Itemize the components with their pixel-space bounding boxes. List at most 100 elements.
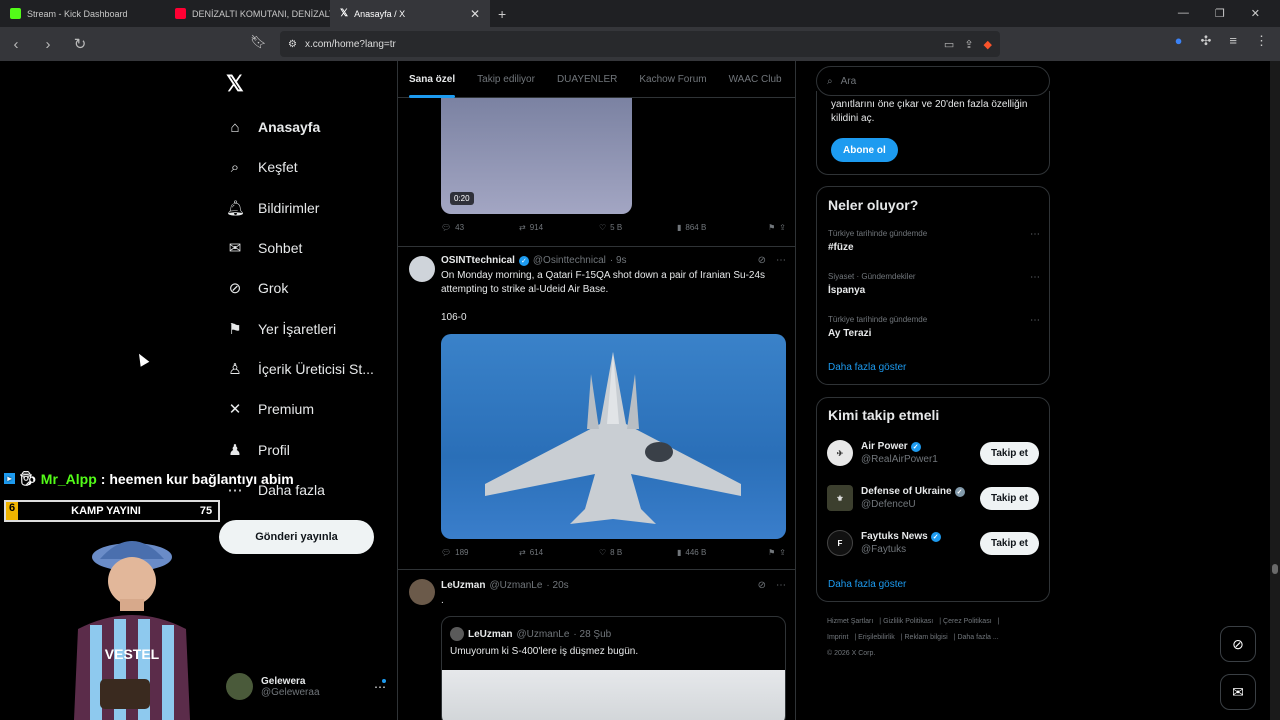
account-switcher[interactable]: Gelewera @Geleweraa ⋯ — [226, 673, 386, 700]
post-time[interactable]: · 9s — [610, 255, 627, 266]
trend-item[interactable]: Siyaset · Gündemdekiler İspanya ⋯ — [828, 272, 1040, 296]
brave-shield-icon[interactable]: ◆ — [984, 38, 992, 51]
menu-icon[interactable]: ⋮ — [1255, 33, 1268, 49]
like-button[interactable]: ♡ 8 B — [599, 548, 677, 557]
follow-button[interactable]: Takip et — [979, 531, 1039, 555]
sidebar-item-home[interactable]: ⌂ Anasayfa — [226, 107, 374, 147]
messages-fab-button[interactable]: ✉ — [1220, 674, 1256, 710]
footer-link[interactable]: Reklam bilgisi — [905, 634, 948, 641]
address-bar[interactable]: ⚙︎ x.com/home?lang=tr ▭ ⇪ ◆ — [280, 31, 1000, 57]
goal-end: 75 — [199, 505, 213, 517]
view-count: 864 B — [685, 223, 707, 232]
follow-button[interactable]: Takip et — [979, 441, 1039, 465]
close-window-button[interactable]: ✕ — [1251, 7, 1260, 20]
avatar[interactable] — [409, 256, 435, 282]
tab-waac-club[interactable]: WAAC Club — [718, 61, 793, 98]
tab-kachow-forum[interactable]: Kachow Forum — [628, 61, 717, 98]
browser-tab-kick[interactable]: Stream - Kick Dashboard — [0, 0, 165, 27]
sidebar-item-profile[interactable]: ♟ Profil — [226, 429, 374, 469]
view-count: 446 B — [685, 548, 707, 557]
subscribe-button[interactable]: Abone ol — [831, 138, 898, 162]
close-tab-icon[interactable]: ✕ — [470, 7, 480, 21]
post-image[interactable] — [441, 334, 786, 539]
bookmark-page-icon[interactable]: 🔖︎ — [250, 34, 267, 50]
back-button[interactable]: ‹ — [0, 36, 32, 53]
tab-following[interactable]: Takip ediliyor — [466, 61, 546, 98]
new-tab-button[interactable]: + — [498, 6, 506, 22]
minimize-button[interactable]: — — [1178, 7, 1189, 20]
footer-link[interactable]: Imprint — [827, 634, 848, 641]
author-name[interactable]: LeUzman — [441, 580, 485, 591]
tab-duayenler[interactable]: DUAYENLER — [546, 61, 628, 98]
more-options-icon[interactable]: ⋯ — [1030, 229, 1040, 240]
footer-link[interactable]: Hizmet Şartları — [827, 618, 873, 625]
playlist-icon[interactable]: ≡ — [1229, 33, 1237, 49]
show-more-follow-link[interactable]: Daha fazla göster — [828, 579, 906, 590]
tab-for-you[interactable]: Sana özel — [398, 61, 466, 98]
browser-tab-x[interactable]: 𝕏 Anasayfa / X ✕ — [330, 0, 490, 27]
forward-button[interactable]: › — [32, 36, 64, 53]
footer-link[interactable]: Gizlilik Politikası — [883, 618, 933, 625]
share-icon[interactable]: ⇪ — [779, 548, 786, 557]
sidebar-item-creator-studio[interactable]: ♙ İçerik Üreticisi St... — [226, 349, 374, 389]
reply-button[interactable]: 💬︎ 43 — [441, 223, 519, 232]
author-handle[interactable]: @UzmanLe — [489, 580, 542, 591]
reply-button[interactable]: 💬︎ 189 — [441, 548, 519, 557]
cast-icon[interactable]: ▭ — [944, 38, 954, 51]
repost-button[interactable]: ⇄ 914 — [519, 223, 599, 232]
avatar[interactable] — [409, 579, 435, 605]
quote-author-name: LeUzman — [468, 628, 513, 640]
site-info-icon[interactable]: ⚙︎ — [288, 39, 297, 50]
follow-button[interactable]: Takip et — [979, 486, 1039, 510]
stream-goal-bar: 6 KAMP YAYINI 75 — [4, 500, 220, 522]
grok-icon[interactable]: ⊘ — [758, 255, 766, 266]
vpn-icon[interactable]: ● — [1175, 33, 1183, 49]
share-icon[interactable]: ⇪ — [964, 38, 973, 51]
follow-suggestion[interactable]: ✈︎ Air Power ✓ @RealAirPower1 Takip et — [827, 437, 1039, 469]
author-handle[interactable]: @Osinttechnical — [533, 255, 606, 266]
more-options-icon[interactable]: ⋯ — [776, 580, 786, 591]
more-options-icon[interactable]: ⋯ — [776, 255, 786, 266]
maximize-button[interactable]: ❐ — [1215, 7, 1225, 20]
repost-button[interactable]: ⇄ 614 — [519, 548, 599, 557]
grok-fab-button[interactable]: ⊘ — [1220, 626, 1256, 662]
trend-item[interactable]: Türkiye tarihinde gündemde #füze ⋯ — [828, 229, 1040, 253]
kick-badge-icon: ▸ — [4, 473, 15, 484]
x-logo-icon[interactable]: 𝕏 — [226, 71, 244, 97]
follow-suggestion[interactable]: ⚜ Defense of Ukraine ✓ @DefenceU Takip et — [827, 482, 1039, 514]
quoted-post[interactable]: LeUzman @UzmanLe · 28 Şub Umuyorum ki S-… — [441, 616, 786, 720]
footer-link[interactable]: Erişilebilirlik — [858, 634, 895, 641]
post-button[interactable]: Gönderi yayınla — [219, 520, 374, 554]
sidebar-item-grok[interactable]: ⊘ Grok — [226, 268, 374, 308]
more-options-icon[interactable]: ⋯ — [1030, 315, 1040, 326]
post-time[interactable]: · 20s — [546, 580, 568, 591]
grok-icon[interactable]: ⊘ — [758, 580, 766, 591]
share-icon[interactable]: ⇪ — [779, 223, 786, 232]
page-scrollbar[interactable] — [1270, 61, 1280, 720]
browser-tab-youtube[interactable]: DENİZALTI KOMUTANI, DENİZALTI SA — [165, 0, 330, 27]
like-button[interactable]: ♡ 5 B — [599, 223, 677, 232]
bookmark-icon[interactable]: ⚑ — [768, 548, 775, 557]
more-options-icon[interactable]: ⋯ — [1030, 272, 1040, 283]
trend-item[interactable]: Türkiye tarihinde gündemde Ay Terazi ⋯ — [828, 315, 1040, 339]
svg-text:VESTEL: VESTEL — [105, 646, 160, 662]
footer-link[interactable]: Çerez Politikası — [943, 618, 992, 625]
show-more-trends-link[interactable]: Daha fazla göster — [828, 362, 906, 373]
sidebar-item-bookmarks[interactable]: ⚑ Yer İşaretleri — [226, 308, 374, 348]
sidebar-item-explore[interactable]: ⌕ Keşfet — [226, 147, 374, 187]
sidebar-item-premium[interactable]: ✕ Premium — [226, 389, 374, 429]
extensions-icon[interactable]: ✣ — [1201, 33, 1212, 49]
reload-button[interactable]: ↻ — [64, 35, 96, 53]
sidebar-item-notifications[interactable]: 🔔︎ Bildirimler — [226, 188, 374, 228]
author-name[interactable]: OSINTtechnical — [441, 255, 515, 266]
footer-link[interactable]: Daha fazla ... — [957, 634, 998, 641]
quote-image[interactable] — [442, 670, 785, 720]
views-button[interactable]: ▮ 864 B — [677, 223, 751, 232]
bookmark-icon[interactable]: ⚑ — [768, 223, 775, 232]
scrollbar-thumb[interactable] — [1272, 564, 1278, 574]
sidebar-item-chat[interactable]: ✉ Sohbet — [226, 228, 374, 268]
follow-suggestion[interactable]: F Faytuks News ✓ @Faytuks Takip et — [827, 527, 1039, 559]
heart-icon: ♡ — [599, 548, 607, 557]
tab-label: Stream - Kick Dashboard — [27, 8, 128, 19]
views-button[interactable]: ▮ 446 B — [677, 548, 751, 557]
